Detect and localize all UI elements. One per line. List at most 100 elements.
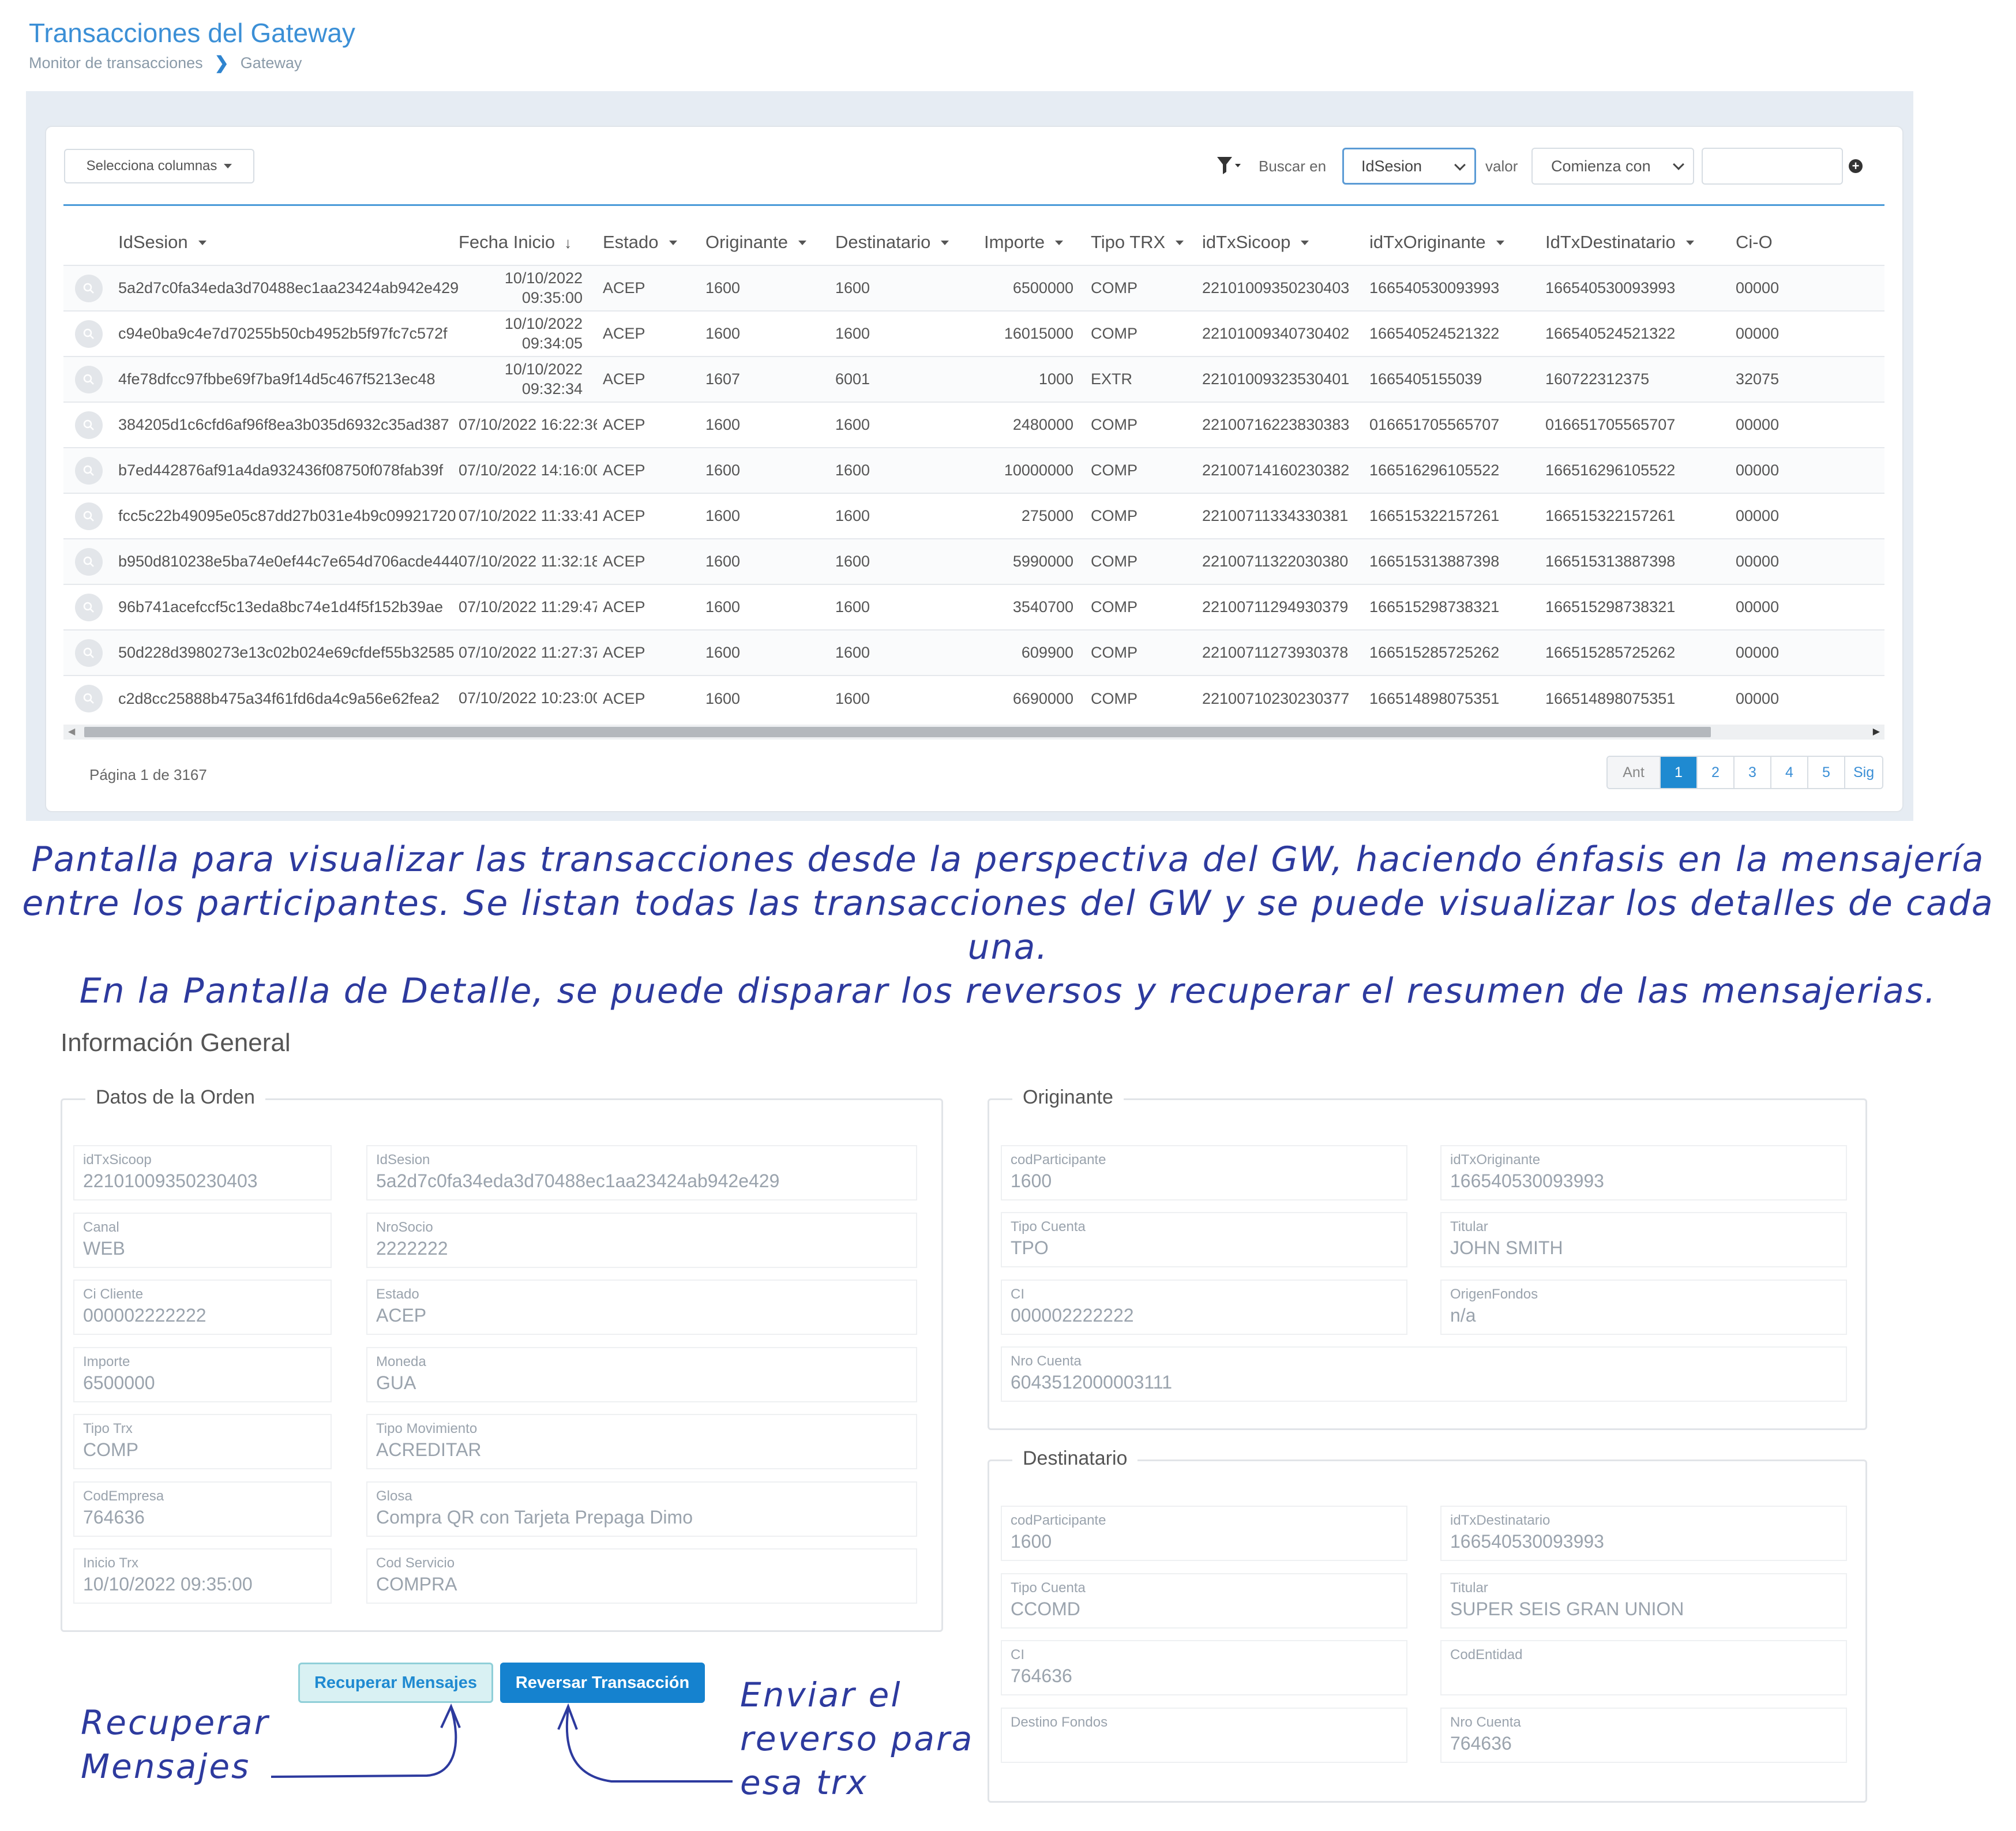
pagination-page-3[interactable]: 3 bbox=[1733, 757, 1770, 788]
column-header-tipo-trx[interactable]: Tipo TRX bbox=[1085, 219, 1196, 265]
search-icon[interactable] bbox=[75, 685, 103, 712]
cell-idtxoriginante: 166515313887398 bbox=[1364, 538, 1540, 584]
cell-fecha-inicio: 07/10/2022 16:22:36 bbox=[459, 402, 597, 448]
column-header-estado[interactable]: Estado bbox=[597, 219, 700, 265]
table-row[interactable]: b7ed442876af91a4da932436f08750f078fab39f… bbox=[63, 447, 1884, 493]
field-value: 764636 bbox=[1450, 1732, 1512, 1754]
cell-originante: 1600 bbox=[700, 538, 829, 584]
column-header-destinatario[interactable]: Destinatario bbox=[829, 219, 973, 265]
table-row[interactable]: 4fe78dfcc97fbbe69f7ba9f14d5c467f5213ec48… bbox=[63, 356, 1884, 402]
column-header-ci-o[interactable]: Ci-O bbox=[1730, 219, 1884, 265]
cell-estado: ACEP bbox=[597, 538, 700, 584]
originante-field: Titular JOHN SMITH bbox=[1440, 1212, 1847, 1267]
search-mode-value: Comienza con bbox=[1551, 157, 1651, 175]
cell-idsesion: c2d8cc25888b475a34f61fd6da4c9a56e62fea2 bbox=[112, 675, 459, 721]
search-icon[interactable] bbox=[75, 320, 103, 348]
row-detail-cell bbox=[63, 356, 112, 402]
order-field: Ci Cliente 000002222222 bbox=[73, 1280, 332, 1335]
field-label: Inicio Trx bbox=[83, 1555, 139, 1571]
arrow-to-retrieve-button bbox=[271, 1707, 457, 1778]
column-header-idtxsicoop[interactable]: idTxSicoop bbox=[1196, 219, 1364, 265]
retrieve-messages-button[interactable]: Recuperar Mensajes bbox=[298, 1663, 493, 1703]
search-icon[interactable] bbox=[75, 547, 103, 576]
cell-idsesion: 5a2d7c0fa34eda3d70488ec1aa23424ab942e429 bbox=[112, 265, 459, 311]
field-value: 2222222 bbox=[376, 1237, 448, 1259]
table-row[interactable]: b950d810238e5ba74e0ef44c7e654d706acde444… bbox=[63, 538, 1884, 584]
scroll-left-icon[interactable]: ◀ bbox=[68, 726, 75, 737]
cell-idtxsicoop: 22101009323530401 bbox=[1196, 356, 1364, 402]
pagination-page-4[interactable]: 4 bbox=[1770, 757, 1807, 788]
row-detail-cell bbox=[63, 402, 112, 448]
search-icon[interactable] bbox=[75, 456, 103, 485]
cell-importe: 5990000 bbox=[973, 538, 1085, 584]
search-icon[interactable] bbox=[75, 411, 103, 439]
filter-icon[interactable] bbox=[1216, 155, 1242, 178]
column-header-fecha-inicio[interactable]: Fecha Inicio ↓ bbox=[459, 219, 597, 265]
field-label: codParticipante bbox=[1011, 1152, 1106, 1168]
scroll-right-icon[interactable]: ▶ bbox=[1873, 726, 1880, 737]
cell-idtxdestinatario: 166540524521322 bbox=[1540, 310, 1730, 357]
pagination-page-1[interactable]: 1 bbox=[1660, 757, 1696, 788]
pagination-prev-button[interactable]: Ant bbox=[1608, 757, 1660, 788]
cell-tipo-trx: EXTR bbox=[1085, 356, 1196, 402]
field-label: CI bbox=[1011, 1647, 1024, 1663]
field-value: 1600 bbox=[1011, 1170, 1052, 1191]
add-filter-icon[interactable]: + bbox=[1849, 159, 1863, 173]
field-value: JOHN SMITH bbox=[1450, 1237, 1563, 1258]
column-header-idtxdestinatario[interactable]: IdTxDestinatario bbox=[1540, 219, 1730, 265]
order-field: NroSocio 2222222 bbox=[366, 1212, 917, 1268]
field-label: Estado bbox=[376, 1286, 419, 1302]
search-icon[interactable] bbox=[75, 593, 103, 621]
search-icon[interactable] bbox=[75, 274, 103, 302]
cell-tipo-trx: COMP bbox=[1085, 493, 1196, 539]
search-icon[interactable] bbox=[75, 502, 103, 530]
pagination-page-2[interactable]: 2 bbox=[1696, 757, 1733, 788]
field-value: ACEP bbox=[376, 1305, 427, 1326]
cell-originante: 1600 bbox=[700, 584, 829, 630]
table-row[interactable]: c94e0ba9c4e7d70255b50cb4952b5f97fc7c572f… bbox=[63, 310, 1884, 357]
field-value: 166540530093993 bbox=[1450, 1170, 1604, 1191]
table-row[interactable]: 384205d1c6cfd6af96f8ea3b035d6932c35ad387… bbox=[63, 402, 1884, 448]
pagination-next-button[interactable]: Sig bbox=[1844, 757, 1883, 788]
breadcrumb-item-monitor[interactable]: Monitor de transacciones bbox=[29, 54, 203, 72]
column-header-idtxoriginante[interactable]: idTxOriginante bbox=[1364, 219, 1540, 265]
order-field: idTxSicoop 22101009350230403 bbox=[73, 1145, 332, 1200]
field-value: 5a2d7c0fa34eda3d70488ec1aa23424ab942e429 bbox=[376, 1170, 780, 1191]
destinatario-field: Tipo Cuenta CCOMD bbox=[1001, 1573, 1407, 1629]
select-columns-button[interactable]: Selecciona columnas bbox=[64, 149, 254, 183]
reverse-transaction-button[interactable]: Reversar Transacción bbox=[500, 1663, 705, 1703]
cell-idtxdestinatario: 166516296105522 bbox=[1540, 447, 1730, 493]
breadcrumb-item-gateway: Gateway bbox=[240, 54, 302, 72]
search-mode-select[interactable]: Comienza con bbox=[1531, 148, 1694, 185]
column-header-importe[interactable]: Importe bbox=[973, 219, 1085, 265]
cell-idtxoriginante: 016651705565707 bbox=[1364, 402, 1540, 448]
annotation-arrows bbox=[271, 1703, 733, 1783]
column-header-originante[interactable]: Originante bbox=[700, 219, 829, 265]
sort-arrow-icon: ↓ bbox=[564, 234, 572, 252]
cell-idtxoriginante: 166514898075351 bbox=[1364, 675, 1540, 721]
table-row[interactable]: 96b741acefccf5c13eda8bc74e1d4f5f152b39ae… bbox=[63, 584, 1884, 630]
cell-idtxsicoop: 22101009350230403 bbox=[1196, 265, 1364, 311]
column-header-idsesion[interactable]: IdSesion bbox=[112, 219, 459, 265]
search-icon[interactable] bbox=[75, 365, 103, 393]
order-field: Tipo Movimiento ACREDITAR bbox=[366, 1414, 917, 1469]
search-value-input[interactable] bbox=[1702, 148, 1843, 185]
destinatario-legend: Destinatario bbox=[1012, 1447, 1138, 1470]
table-row[interactable]: 50d228d3980273e13c02b024e69cfdef55b32585… bbox=[63, 629, 1884, 676]
horizontal-scrollbar[interactable]: ◀ ▶ bbox=[63, 725, 1884, 740]
table-row[interactable]: c2d8cc25888b475a34f61fd6da4c9a56e62fea2 0… bbox=[63, 675, 1884, 721]
field-label: Nro Cuenta bbox=[1011, 1353, 1082, 1369]
search-field-select[interactable]: IdSesion bbox=[1342, 148, 1476, 185]
pagination-page-5[interactable]: 5 bbox=[1807, 757, 1844, 788]
cell-tipo-trx: COMP bbox=[1085, 629, 1196, 676]
search-icon[interactable] bbox=[75, 639, 103, 667]
cell-importe: 16015000 bbox=[973, 310, 1085, 357]
table-row[interactable]: fcc5c22b49095e05c87dd27b031e4b9c09921720… bbox=[63, 493, 1884, 539]
scrollbar-thumb[interactable] bbox=[84, 727, 1711, 737]
field-value: 10/10/2022 09:35:00 bbox=[83, 1574, 253, 1594]
cell-tipo-trx: COMP bbox=[1085, 402, 1196, 448]
cell-idtxoriginante: 1665405155039 bbox=[1364, 356, 1540, 402]
row-detail-cell bbox=[63, 310, 112, 357]
field-label: idTxSicoop bbox=[83, 1152, 152, 1168]
table-row[interactable]: 5a2d7c0fa34eda3d70488ec1aa23424ab942e429… bbox=[63, 265, 1884, 311]
